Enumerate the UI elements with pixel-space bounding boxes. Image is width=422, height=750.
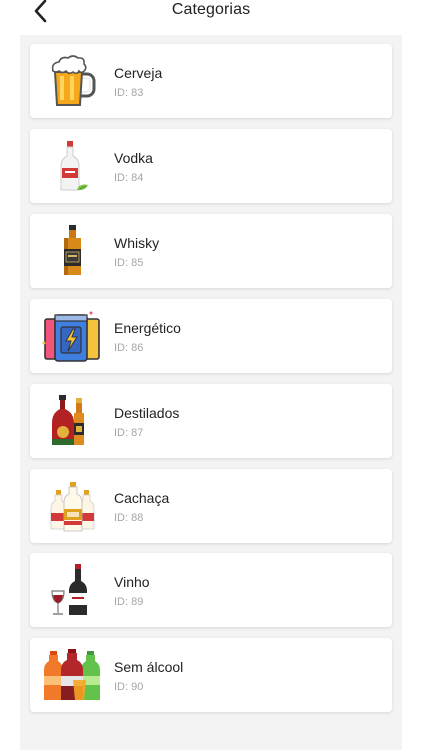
- category-card-vodka[interactable]: Vodka ID: 84: [30, 129, 392, 203]
- category-id: ID: 87: [114, 427, 144, 439]
- page-title: Categorias: [171, 1, 251, 18]
- whisky-bottle-icon: [64, 225, 81, 275]
- category-name: Destilados: [114, 405, 180, 421]
- cachaca-bottles-icon: [50, 482, 95, 532]
- app-header: Categorias: [0, 0, 422, 36]
- category-id: ID: 86: [114, 342, 144, 354]
- category-id: ID: 85: [114, 257, 144, 269]
- vodka-bottle-icon: [60, 141, 88, 191]
- category-id: ID: 88: [114, 512, 144, 524]
- category-card-cerveja[interactable]: Cerveja ID: 83: [30, 44, 392, 118]
- category-name: Energético: [114, 320, 181, 336]
- category-name: Vodka: [114, 150, 153, 166]
- category-id: ID: 83: [114, 87, 144, 99]
- beer-mug-icon: [51, 55, 96, 106]
- category-name: Vinho: [114, 574, 150, 590]
- category-id: ID: 84: [114, 172, 144, 184]
- category-name: Sem álcool: [114, 659, 184, 675]
- energy-drink-cans-icon: [42, 311, 100, 362]
- wine-bottle-glass-icon: [51, 564, 87, 615]
- category-card-cachaca[interactable]: Cachaça ID: 88: [30, 469, 392, 543]
- category-card-destilados[interactable]: Destilados ID: 87: [30, 384, 392, 458]
- category-card-vinho[interactable]: Vinho ID: 89: [30, 553, 392, 627]
- soda-bottles-icon: [44, 649, 100, 700]
- category-name: Whisky: [114, 235, 160, 251]
- category-name: Cachaça: [114, 490, 170, 506]
- category-id: ID: 90: [114, 681, 144, 693]
- category-card-whisky[interactable]: Whisky ID: 85: [30, 214, 392, 288]
- category-card-sem-alcool[interactable]: Sem álcool ID: 90: [30, 638, 392, 712]
- category-id: ID: 89: [114, 596, 144, 608]
- category-name: Cerveja: [114, 65, 163, 81]
- liquor-bottles-icon: [52, 395, 84, 445]
- category-card-energetico[interactable]: Energético ID: 86: [30, 299, 392, 373]
